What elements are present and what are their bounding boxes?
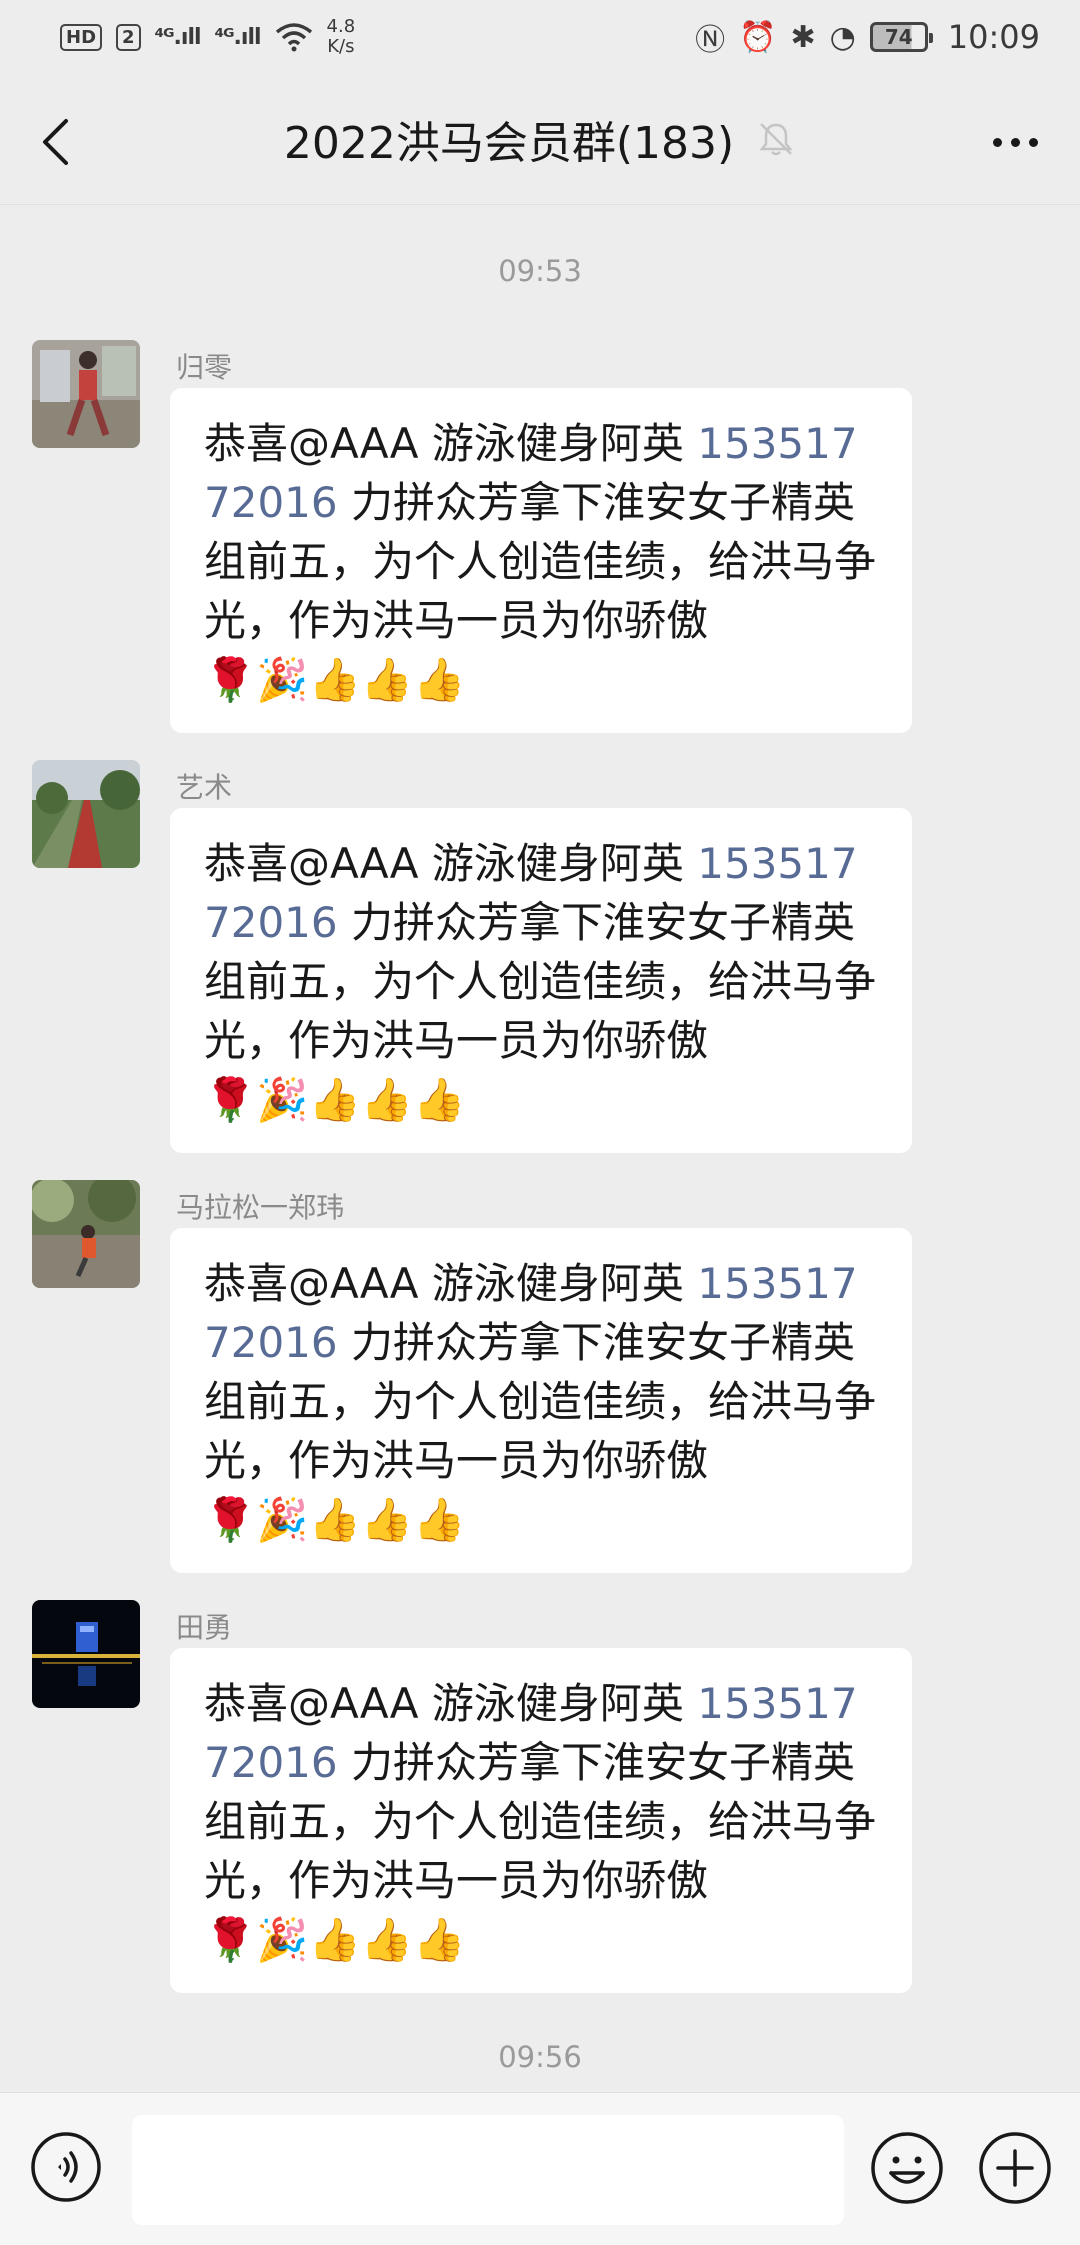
sender-name: 马拉松一郑玮 [176,1191,345,1224]
more-icon-dot [1028,137,1038,147]
smiley-icon [871,2132,943,2204]
speed-unit: K/s [327,36,355,57]
sender-name: 归零 [176,351,233,384]
input-bar [0,2092,1080,2245]
message-bubble[interactable]: 恭喜@AAA 游泳健身阿英 15351772016 力拼众芳拿下淮安女子精英组前… [170,808,912,1153]
timestamp: 09:56 [498,2040,582,2074]
avatar[interactable] [32,1180,140,1288]
signal-icon-2: ⁴ᴳ.ıll [214,24,262,50]
emoji-text: 🌹🎉👍👍👍 [204,1915,466,1964]
speed-icon: ◔ [829,19,856,55]
chat-title-wrap: 2022洪马会员群(183) [284,107,796,171]
message-bubble[interactable]: 恭喜@AAA 游泳健身阿英 15351772016 力拼众芳拿下淮安女子精英组前… [170,388,912,733]
message-text: 恭喜@AAA 游泳健身阿英 [204,419,698,468]
avatar-image [32,1600,140,1708]
hd-icon: HD [60,23,103,51]
emoji-text: 🌹🎉👍👍👍 [204,1075,466,1124]
status-left: HD 2 ⁴ᴳ.ıll ⁴ᴳ.ıll 4.8 K/s [60,17,355,57]
emoji-text: 🌹🎉👍👍👍 [204,1495,466,1544]
status-right: Ⓝ ⏰ ✱ ◔ 74 10:09 [695,15,1040,59]
emoji-button[interactable] [870,2131,944,2205]
message-input[interactable] [132,2115,844,2225]
more-functions-button[interactable] [978,2131,1052,2205]
chat-title: 2022洪马会员群(183) [283,118,735,169]
clock: 10:09 [947,18,1040,56]
wifi-icon [275,23,312,52]
sim-icon: 2 [116,23,141,51]
voice-button[interactable] [30,2131,102,2203]
avatar-image [32,340,140,448]
voice-icon [31,2132,101,2202]
more-icon-dot [992,137,1002,147]
speed-value: 4.8 [326,16,356,37]
more-button[interactable] [980,112,1050,172]
bluetooth-icon: ✱ [790,19,816,55]
plus-icon [979,2132,1051,2204]
back-button[interactable] [30,112,80,172]
avatar-image [32,1180,140,1288]
avatar[interactable] [32,1600,140,1708]
emoji-text: 🌹🎉👍👍👍 [204,655,466,704]
message-text: 恭喜@AAA 游泳健身阿英 [204,1679,698,1728]
message-bubble[interactable]: 恭喜@AAA 游泳健身阿英 15351772016 力拼众芳拿下淮安女子精英组前… [170,1648,912,1993]
sender-name: 田勇 [176,1611,233,1644]
signal-icon: ⁴ᴳ.ıll [154,24,202,50]
sender-name: 艺术 [176,771,233,804]
avatar-image [32,760,140,868]
bell-off-icon [759,123,793,156]
message-bubble[interactable]: 恭喜@AAA 游泳健身阿英 15351772016 力拼众芳拿下淮安女子精英组前… [170,1228,912,1573]
status-bar: HD 2 ⁴ᴳ.ıll ⁴ᴳ.ıll 4.8 K/s Ⓝ ⏰ ✱ ◔ 74 10… [0,0,1080,74]
avatar[interactable] [32,760,140,868]
message-text: 恭喜@AAA 游泳健身阿英 [204,1259,698,1308]
chevron-left-icon [43,119,68,165]
nfc-icon: Ⓝ [695,23,726,58]
timestamp: 09:53 [498,254,582,288]
avatar[interactable] [32,340,140,448]
message-text: 恭喜@AAA 游泳健身阿英 [204,839,698,888]
alarm-icon: ⏰ [739,19,777,55]
chat-header: 2022洪马会员群(183) [0,74,1080,205]
more-icon-dot [1010,137,1020,147]
battery-icon: 74 [869,22,933,52]
network-speed: 4.8 K/s [327,17,356,57]
